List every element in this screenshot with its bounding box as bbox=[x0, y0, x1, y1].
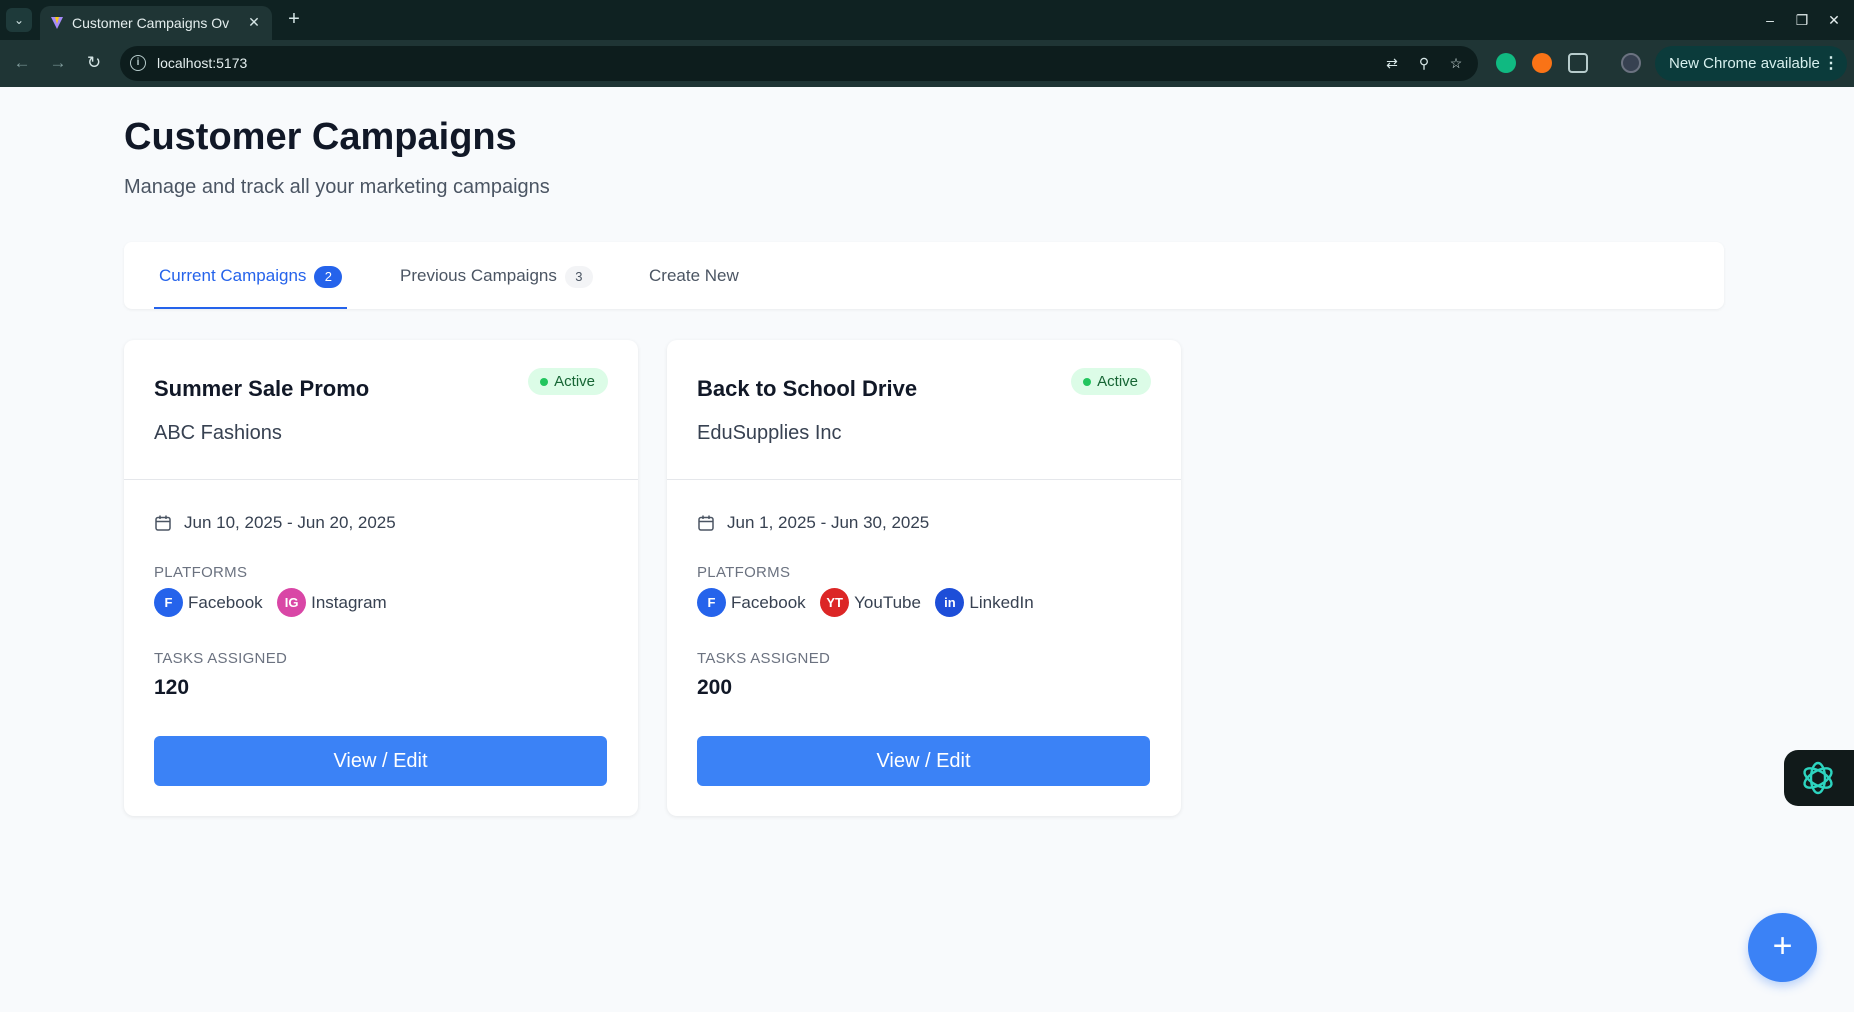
view-edit-button[interactable]: View / Edit bbox=[697, 736, 1150, 786]
zoom-icon[interactable]: ⚲ bbox=[1414, 53, 1434, 73]
chrome-update-label: New Chrome available bbox=[1669, 55, 1820, 72]
tab-title: Customer Campaigns Ov bbox=[72, 15, 230, 31]
extensions-puzzle-icon[interactable] bbox=[1568, 53, 1588, 73]
campaign-client: EduSupplies Inc bbox=[697, 422, 842, 444]
address-bar[interactable]: i localhost:5173 ⇄ ⚲ ☆ bbox=[120, 46, 1478, 81]
minimize-icon[interactable]: – bbox=[1758, 8, 1782, 32]
platform-facebook: F Facebook bbox=[697, 588, 806, 618]
new-tab-button[interactable]: + bbox=[282, 8, 306, 32]
view-edit-button[interactable]: View / Edit bbox=[154, 736, 607, 786]
back-arrow-icon[interactable]: ← bbox=[10, 51, 34, 75]
platform-name: Instagram bbox=[311, 593, 387, 612]
facebook-icon: F bbox=[697, 588, 726, 617]
tab-label: Current Campaigns bbox=[159, 266, 307, 285]
profile-avatar[interactable] bbox=[1621, 53, 1641, 73]
tab-label: Previous Campaigns bbox=[400, 266, 557, 285]
date-range-text: Jun 1, 2025 - Jun 30, 2025 bbox=[727, 513, 930, 532]
add-campaign-fab[interactable]: + bbox=[1748, 913, 1817, 982]
platforms-label: PLATFORMS bbox=[154, 564, 248, 581]
chatgpt-extension-icon[interactable] bbox=[1496, 53, 1516, 73]
reload-icon[interactable]: ↻ bbox=[82, 51, 106, 75]
restore-icon[interactable]: ❐ bbox=[1790, 8, 1814, 32]
tab-create-new[interactable]: Create New bbox=[649, 242, 739, 309]
cookie-extension-icon[interactable] bbox=[1532, 53, 1552, 73]
url-text[interactable]: localhost:5173 bbox=[157, 55, 247, 71]
assistant-side-widget[interactable] bbox=[1784, 750, 1854, 806]
bookmark-star-icon[interactable]: ☆ bbox=[1446, 53, 1466, 73]
card-header: Back to School Drive EduSupplies Inc Act… bbox=[667, 340, 1181, 480]
platform-name: YouTube bbox=[854, 593, 921, 612]
status-badge: Active bbox=[1071, 368, 1151, 395]
campaign-client: ABC Fashions bbox=[154, 422, 282, 444]
status-label: Active bbox=[1097, 373, 1138, 390]
platform-list: F Facebook YT YouTube in LinkedIn bbox=[697, 588, 1044, 618]
forward-arrow-icon[interactable]: → bbox=[46, 51, 70, 75]
platform-list: F Facebook IG Instagram bbox=[154, 588, 397, 618]
status-label: Active bbox=[554, 373, 595, 390]
tab-count-badge: 2 bbox=[314, 265, 343, 288]
campaign-title: Summer Sale Promo bbox=[154, 376, 370, 401]
card-header: Summer Sale Promo ABC Fashions Active bbox=[124, 340, 638, 480]
platform-instagram: IG Instagram bbox=[277, 588, 387, 618]
platforms-label: PLATFORMS bbox=[697, 564, 791, 581]
vite-favicon-icon bbox=[51, 17, 63, 29]
campaign-title: Back to School Drive bbox=[697, 376, 918, 401]
window-close-icon[interactable]: ✕ bbox=[1822, 8, 1846, 32]
platform-name: Facebook bbox=[731, 593, 806, 612]
chrome-update-button[interactable]: New Chrome available ⋮ bbox=[1655, 46, 1847, 81]
tasks-assigned-label: TASKS ASSIGNED bbox=[697, 650, 831, 667]
campaign-card: Summer Sale Promo ABC Fashions Active Ju… bbox=[124, 340, 638, 816]
calendar-icon bbox=[155, 515, 171, 531]
browser-toolbar: ← → ↻ i localhost:5173 ⇄ ⚲ ☆ New Chrome … bbox=[0, 40, 1854, 87]
browser-tab-active[interactable]: Customer Campaigns Ov ✕ bbox=[40, 6, 272, 40]
tab-label: Create New bbox=[649, 266, 739, 285]
tab-close-icon[interactable]: ✕ bbox=[244, 12, 264, 32]
platform-name: LinkedIn bbox=[969, 593, 1034, 612]
tasks-assigned-value: 120 bbox=[154, 676, 190, 699]
platform-facebook: F Facebook bbox=[154, 588, 263, 618]
translate-icon[interactable]: ⇄ bbox=[1382, 53, 1402, 73]
calendar-icon bbox=[698, 515, 714, 531]
status-badge: Active bbox=[528, 368, 608, 395]
chrome-menu-icon[interactable]: ⋮ bbox=[1823, 46, 1839, 81]
tasks-assigned-label: TASKS ASSIGNED bbox=[154, 650, 288, 667]
site-info-icon[interactable]: i bbox=[130, 55, 146, 71]
linkedin-icon: in bbox=[935, 588, 965, 617]
facebook-icon: F bbox=[154, 588, 183, 617]
status-dot-icon bbox=[540, 378, 549, 386]
page-title: Customer Campaigns bbox=[124, 116, 517, 158]
status-dot-icon bbox=[1083, 378, 1092, 386]
platform-youtube: YT YouTube bbox=[820, 588, 921, 618]
campaign-tabs: Current Campaigns 2 Previous Campaigns 3 C… bbox=[124, 242, 1724, 309]
youtube-icon: YT bbox=[820, 588, 850, 617]
platform-name: Facebook bbox=[188, 593, 263, 612]
tab-previous-campaigns[interactable]: Previous Campaigns 3 bbox=[400, 242, 593, 309]
platform-linkedin: in LinkedIn bbox=[935, 588, 1034, 618]
tab-current-campaigns[interactable]: Current Campaigns 2 bbox=[154, 242, 348, 309]
tab-search-chevron-icon[interactable]: ⌄ bbox=[6, 8, 32, 32]
date-range-text: Jun 10, 2025 - Jun 20, 2025 bbox=[184, 513, 396, 532]
instagram-icon: IG bbox=[277, 588, 307, 617]
browser-tab-bar: ⌄ Customer Campaigns Ov ✕ + – ❐ ✕ bbox=[0, 0, 1854, 40]
openai-logo-icon bbox=[1803, 761, 1833, 795]
tasks-assigned-value: 200 bbox=[697, 676, 733, 699]
tab-count-badge: 3 bbox=[564, 265, 593, 288]
campaign-card: Back to School Drive EduSupplies Inc Act… bbox=[667, 340, 1181, 816]
page-subtitle: Manage and track all your marketing camp… bbox=[124, 176, 550, 198]
